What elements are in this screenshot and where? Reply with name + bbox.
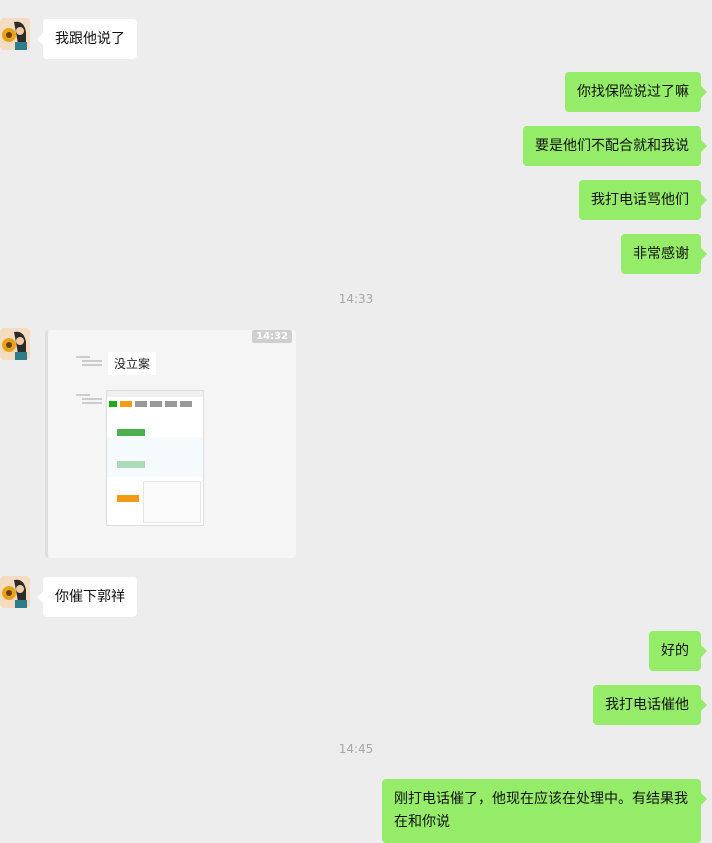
- avatar-icon: [0, 576, 30, 608]
- received-message[interactable]: 我跟他说了: [37, 19, 137, 59]
- sent-message[interactable]: 要是他们不配合就和我说: [523, 126, 707, 166]
- sent-message[interactable]: 你找保险说过了嘛: [565, 72, 707, 112]
- sent-message[interactable]: 刚打电话催了，他现在应该在处理中。有结果我在和你说: [382, 779, 707, 843]
- inner-message-text: 没立案: [114, 357, 151, 371]
- timestamp: 14:33: [338, 292, 374, 306]
- inner-message-bubble: 没立案: [108, 352, 157, 375]
- image-message[interactable]: 14:32 没立案: [45, 330, 296, 558]
- contact-avatar[interactable]: [0, 576, 30, 608]
- inner-text-lines: [76, 354, 102, 370]
- sent-message[interactable]: 我打电话骂他们: [579, 180, 707, 220]
- inner-text-lines: [76, 392, 102, 408]
- inner-screenshot-thumbnail: [106, 390, 204, 526]
- avatar-icon: [0, 18, 30, 50]
- contact-avatar[interactable]: [0, 328, 30, 360]
- sent-message[interactable]: 非常感谢: [621, 234, 707, 274]
- sent-message[interactable]: 好的: [649, 631, 707, 671]
- contact-avatar[interactable]: [0, 18, 30, 50]
- received-message[interactable]: 你催下郭祥: [37, 577, 137, 617]
- timestamp: 14:45: [338, 742, 374, 756]
- avatar-icon: [0, 328, 30, 360]
- sent-message[interactable]: 我打电话催他: [593, 685, 707, 725]
- image-timestamp: 14:32: [252, 330, 292, 343]
